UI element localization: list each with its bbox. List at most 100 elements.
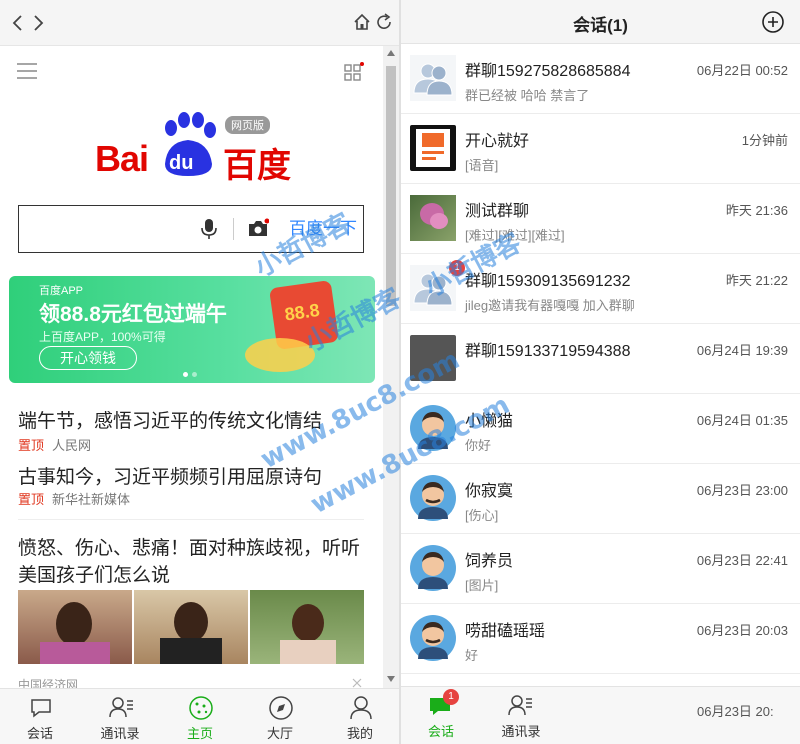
news-title-line2[interactable]: 美国孩子们怎么说 xyxy=(18,560,170,587)
refresh-icon[interactable] xyxy=(374,12,394,32)
scrollbar[interactable] xyxy=(383,46,399,688)
banner-claim-button[interactable]: 开心领钱 xyxy=(39,346,137,370)
group-avatar xyxy=(410,335,456,381)
news-meta: 置顶 人民网 xyxy=(18,438,92,453)
conversation-preview: 好 xyxy=(465,648,479,663)
conversation-item[interactable]: 群聊159133719594388 06月24日 19:39 xyxy=(401,324,800,394)
conversation-time: 06月24日 01:35 xyxy=(696,413,788,428)
conversation-name: 唠甜磕瑶瑶 xyxy=(465,623,546,640)
forward-arrow-icon[interactable] xyxy=(28,13,48,33)
banner-subtitle: 上百度APP，100%可得 xyxy=(39,330,166,344)
partial-time: 06月23日 20: xyxy=(697,704,774,719)
scroll-up-icon[interactable] xyxy=(387,50,395,56)
logo-text-cn: 百度 xyxy=(223,147,291,185)
news-title[interactable]: 古事知今，习近平频频引用屈原诗句 xyxy=(18,462,322,489)
conversation-item[interactable]: 你寂寞 06月23日 23:00 [伤心] xyxy=(401,464,800,534)
conversation-time: 06月24日 19:39 xyxy=(696,343,788,358)
conversation-item[interactable]: 群聊159275828685884 06月22日 00:52 群已经被 哈哈 禁… xyxy=(401,44,800,114)
conversation-name: 小懒猫 xyxy=(465,413,514,430)
bottom-tab-bar: 会话 通讯录 主页 大厅 我的 xyxy=(0,688,399,744)
cartoon-avatar-icon xyxy=(410,545,456,591)
back-arrow-icon[interactable] xyxy=(8,13,28,33)
page-title: 会话(1) xyxy=(573,16,628,35)
conversation-name: 测试群聊 xyxy=(465,203,530,220)
microphone-icon[interactable] xyxy=(201,218,217,240)
apps-grid-icon[interactable] xyxy=(344,62,364,82)
tab-me[interactable]: 我的 xyxy=(320,689,399,744)
tab-contacts[interactable]: 通讯录 xyxy=(481,687,561,744)
search-box[interactable]: 百度一下 xyxy=(18,205,364,253)
conversation-item[interactable]: 唠甜磕瑶瑶 06月23日 20:03 好 xyxy=(401,604,800,674)
divider xyxy=(18,519,364,520)
news-source-footer: 中国经济网 xyxy=(18,678,79,688)
bottom-tab-bar: 1 会话 通讯录 06月23日 20: xyxy=(401,686,800,744)
news-thumbnail[interactable] xyxy=(250,590,364,664)
logo-text-bai: Bai xyxy=(95,138,149,179)
home-icon[interactable] xyxy=(352,12,372,32)
conversation-name: 饲养员 xyxy=(465,553,514,570)
news-thumbnail[interactable] xyxy=(18,590,132,664)
baidu-logo: Bai du 百度 网页版 xyxy=(95,112,295,185)
promo-banner[interactable]: 百度APP 领88.8元红包过端午 上百度APP，100%可得 开心领钱 88.… xyxy=(9,276,375,383)
conversation-name: 你寂寞 xyxy=(465,483,514,500)
chat-bubble-icon xyxy=(31,699,51,718)
cartoon-avatar-icon xyxy=(410,475,456,521)
conversation-preview: jileg邀请我有器嘎嘎 加入群聊 xyxy=(465,298,635,313)
conversation-preview: [伤心] xyxy=(465,508,499,523)
tab-chats[interactable]: 会话 xyxy=(0,689,80,744)
browser-toolbar xyxy=(0,0,399,46)
conversation-preview: [难过][难过][难过] xyxy=(465,228,565,243)
conversation-name: 群聊159275828685884 xyxy=(465,63,631,80)
conversation-time: 昨天 21:22 xyxy=(725,273,788,288)
conversation-item[interactable]: 1 群聊159309135691232 昨天 21:22 jileg邀请我有器嘎… xyxy=(401,254,800,324)
news-thumbnail[interactable] xyxy=(134,590,248,664)
news-meta: 置顶 新华社新媒体 xyxy=(18,492,131,507)
chat-list-panel: 会话(1) 群聊159275828685884 06月22日 00:52 群已经… xyxy=(401,0,800,744)
compass-icon xyxy=(269,696,293,720)
conversation-item[interactable]: 开心就好 1分钟前 [语音] xyxy=(401,114,800,184)
chat-header: 会话(1) xyxy=(401,0,800,44)
browser-panel: Bai du 百度 网页版 百度一下 百度APP 领88.8元红包过端午 上百度… xyxy=(0,0,399,744)
conversation-name: 群聊159133719594388 xyxy=(465,343,631,360)
baidu-page: Bai du 百度 网页版 百度一下 百度APP 领88.8元红包过端午 上百度… xyxy=(0,46,383,688)
conversation-preview: 你好 xyxy=(465,438,492,453)
news-title[interactable]: 愤怒、伤心、悲痛！面对种族歧视，听听 xyxy=(18,533,360,560)
conversation-item[interactable]: 测试群聊 昨天 21:36 [难过][难过][难过] xyxy=(401,184,800,254)
contacts-icon xyxy=(109,697,133,718)
carousel-dot[interactable] xyxy=(183,372,188,377)
conversation-time: 1分钟前 xyxy=(741,133,788,148)
unread-badge: 1 xyxy=(449,260,465,276)
conversation-item[interactable]: 小懒猫 06月24日 01:35 你好 xyxy=(401,394,800,464)
scroll-down-icon[interactable] xyxy=(387,676,395,682)
conversation-time: 06月23日 20:03 xyxy=(696,623,788,638)
conversation-item[interactable]: 饲养员 06月23日 22:41 [图片] xyxy=(401,534,800,604)
web-version-badge: 网页版 xyxy=(225,116,270,134)
conversation-preview: [语音] xyxy=(465,158,499,173)
tab-chats[interactable]: 1 会话 xyxy=(401,687,481,744)
flower-avatar xyxy=(410,195,456,241)
camera-icon[interactable] xyxy=(247,218,269,238)
logo-text-du: du xyxy=(169,152,194,174)
tab-home[interactable]: 主页 xyxy=(160,689,240,744)
conversation-preview: [图片] xyxy=(465,578,499,593)
cartoon-avatar-icon xyxy=(410,405,456,451)
close-icon[interactable] xyxy=(352,678,362,688)
search-button[interactable]: 百度一下 xyxy=(283,206,363,252)
scroll-thumb[interactable] xyxy=(386,66,396,306)
conversation-time: 06月22日 00:52 xyxy=(696,63,788,78)
conversation-name: 开心就好 xyxy=(465,133,530,150)
news-title[interactable]: 端午节，感悟习近平的传统文化情结 xyxy=(18,406,322,433)
divider xyxy=(233,218,234,240)
carousel-dot[interactable] xyxy=(192,372,197,377)
add-icon[interactable] xyxy=(761,10,785,34)
conversation-name: 群聊159309135691232 xyxy=(465,273,631,290)
group-avatar-icon xyxy=(410,55,456,101)
conversation-time: 06月23日 23:00 xyxy=(696,483,788,498)
tab-lobby[interactable]: 大厅 xyxy=(240,689,320,744)
tab-contacts[interactable]: 通讯录 xyxy=(80,689,160,744)
conversation-preview: 群已经被 哈哈 禁言了 xyxy=(465,88,590,103)
home-planet-icon xyxy=(189,696,213,720)
menu-icon[interactable] xyxy=(16,62,38,80)
user-avatar xyxy=(410,125,456,171)
cartoon-avatar-icon xyxy=(410,615,456,661)
